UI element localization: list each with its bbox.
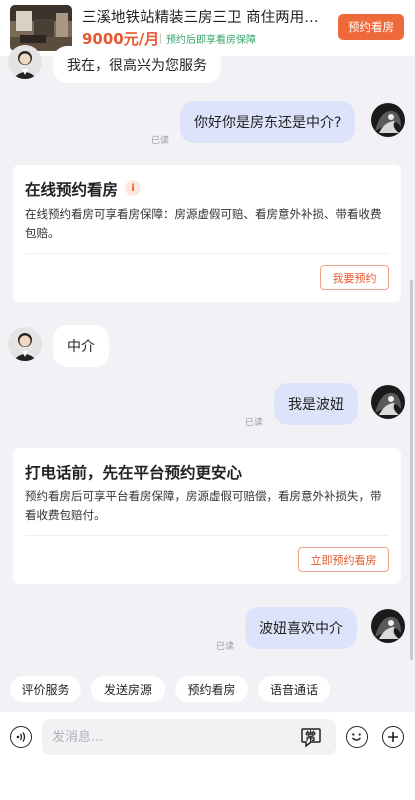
quick-action-book-viewing[interactable]: 预约看房	[175, 676, 248, 702]
chat-scrollbar[interactable]	[410, 280, 413, 660]
agent-avatar[interactable]	[8, 327, 42, 361]
listing-title: 三溪地铁站精装三房三卫 商住两用…	[82, 10, 319, 26]
book-viewing-now-button[interactable]: 立即预约看房	[298, 547, 389, 572]
voice-icon[interactable]	[10, 726, 32, 748]
listing-thumbnail[interactable]	[10, 5, 72, 51]
book-viewing-button[interactable]: 预约看房	[338, 14, 404, 40]
user-avatar[interactable]	[371, 609, 405, 643]
info-icon[interactable]: i	[125, 180, 141, 196]
user-avatar[interactable]	[371, 385, 405, 419]
call-booking-card: 打电话前，先在平台预约更安心 预约看房后可享平台看房保障，房源虚假可赔偿，看房意…	[13, 448, 401, 584]
user-question-bubble: 你好你是房东还是中介?	[180, 101, 356, 143]
card-divider	[25, 253, 389, 254]
common-phrase-label: 常	[305, 730, 316, 743]
quick-action-send-listing[interactable]: 发送房源	[91, 676, 165, 702]
user-avatar[interactable]	[371, 103, 405, 137]
card-body: 预约看房后可享平台看房保障，房源虚假可赔偿，看房意外补损失，带看收费包赔付。	[25, 489, 382, 522]
read-receipt: 已读	[245, 418, 264, 428]
agent-greeting-bubble: 我在，很高兴为您服务	[53, 46, 221, 83]
read-receipt: 已读	[151, 136, 170, 146]
card-divider	[25, 535, 389, 536]
message-input[interactable]	[42, 719, 336, 755]
common-phrase-icon[interactable]: 常	[300, 726, 322, 748]
agent-avatar[interactable]	[8, 45, 42, 79]
book-now-button[interactable]: 我要预约	[320, 265, 389, 290]
agent-reply-bubble: 中介	[53, 325, 109, 367]
card-title: 打电话前，先在平台预约更安心	[25, 464, 243, 482]
plus-icon[interactable]	[382, 726, 404, 748]
user-message-bubble: 我是波妞	[274, 383, 358, 425]
card-title: 在线预约看房	[25, 181, 119, 199]
online-booking-card: 在线预约看房 i 在线预约看房可享看房保障：房源虚假可赔、看房意外补损、带看收费…	[13, 165, 401, 302]
price-divider	[160, 33, 161, 44]
user-message-bubble: 波妞喜欢中介	[245, 607, 357, 649]
guarantee-note: 预约后即享看房保障	[166, 35, 256, 46]
emoji-icon[interactable]	[346, 726, 368, 748]
message-input-bar: 常	[0, 712, 415, 800]
read-receipt: 已读	[216, 642, 235, 652]
quick-action-rate-service[interactable]: 评价服务	[10, 676, 81, 702]
quick-action-voice-call[interactable]: 语音通话	[258, 676, 330, 702]
card-body: 在线预约看房可享看房保障：房源虚假可赔、看房意外补损、带看收费包赔。	[25, 207, 382, 240]
